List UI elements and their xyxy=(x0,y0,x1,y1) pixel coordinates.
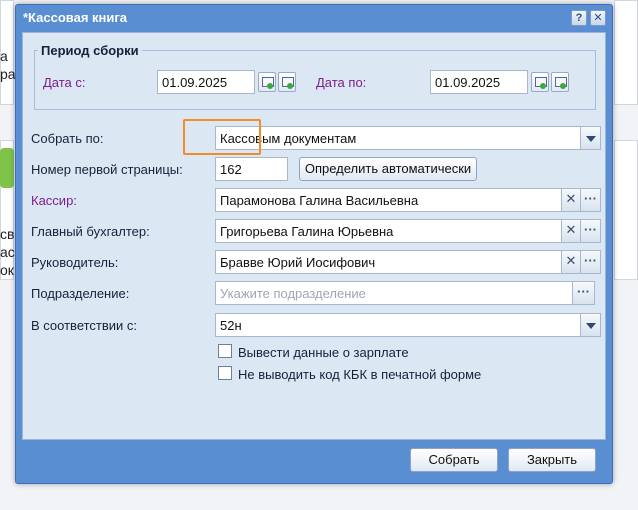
period-legend: Период сборки xyxy=(41,43,139,58)
date-to-label: Дата по: xyxy=(316,75,367,90)
ellipsis-icon[interactable]: ··· xyxy=(581,219,601,243)
ellipsis-icon[interactable]: ··· xyxy=(581,250,601,274)
chief-accountant-input[interactable]: Григорьева Галина Юрьевна xyxy=(215,219,562,243)
clear-icon[interactable]: ✕ xyxy=(562,250,581,274)
cashier-input[interactable]: Парамонова Галина Васильевна xyxy=(215,188,562,212)
department-placeholder: Укажите подразделение xyxy=(220,286,366,301)
dialog-title: *Кассовая книга xyxy=(23,10,128,25)
manager-label: Руководитель: xyxy=(31,255,119,270)
calendar-icon[interactable] xyxy=(258,72,276,92)
salary-checkbox-label: Вывести данные о зарплате xyxy=(238,345,409,360)
dialog-body: Период сборки Дата с: 01.09.2025 Дата по… xyxy=(22,32,606,440)
chief-accountant-label: Главный бухгалтер: xyxy=(31,224,150,239)
chevron-down-icon[interactable] xyxy=(581,126,601,150)
help-icon[interactable]: ? xyxy=(571,10,587,26)
clear-icon[interactable]: ✕ xyxy=(562,188,581,212)
according-select[interactable]: 52н xyxy=(215,313,581,337)
cash-book-dialog: *Кассовая книга ? ✕ Период сборки Дата с… xyxy=(15,4,613,484)
background-text: ок xyxy=(0,262,14,278)
according-label: В соответствии с: xyxy=(31,318,138,333)
kbk-checkbox-label: Не выводить код КБК в печатной форме xyxy=(238,367,482,382)
ellipsis-icon[interactable]: ··· xyxy=(581,188,601,212)
collect-button[interactable]: Собрать xyxy=(410,448,498,472)
department-label: Подразделение: xyxy=(31,286,130,301)
first-page-input[interactable]: 162 xyxy=(215,157,288,181)
department-input[interactable]: Укажите подразделение xyxy=(215,281,573,305)
background-icon xyxy=(0,148,14,188)
first-page-label: Номер первой страницы: xyxy=(31,162,183,177)
date-from-label: Дата с: xyxy=(43,75,86,90)
dialog-footer: Собрать Закрыть xyxy=(22,442,606,479)
background-tile xyxy=(614,140,638,280)
ellipsis-icon[interactable]: ··· xyxy=(573,281,595,305)
manager-input[interactable]: Бравве Юрий Иосифович xyxy=(215,250,562,274)
background-text: ас xyxy=(0,244,15,260)
close-button[interactable]: Закрыть xyxy=(508,448,596,472)
date-to-input[interactable]: 01.09.2025 xyxy=(430,70,528,94)
background-tile xyxy=(614,0,638,105)
background-text: а xyxy=(0,48,8,64)
collect-by-select[interactable]: Кассовым документам xyxy=(215,126,581,150)
collect-by-label: Собрать по: xyxy=(31,131,104,146)
calendar-today-icon[interactable] xyxy=(278,72,296,92)
close-icon[interactable]: ✕ xyxy=(590,10,606,26)
calendar-icon[interactable] xyxy=(531,72,549,92)
clear-icon[interactable]: ✕ xyxy=(562,219,581,243)
cashier-label: Кассир: xyxy=(31,193,77,208)
date-from-input[interactable]: 01.09.2025 xyxy=(157,70,255,94)
calendar-today-icon[interactable] xyxy=(551,72,569,92)
salary-checkbox[interactable] xyxy=(218,344,232,358)
auto-detect-button[interactable]: Определить автоматически xyxy=(299,157,477,181)
kbk-checkbox[interactable] xyxy=(218,366,232,380)
chevron-down-icon[interactable] xyxy=(581,313,601,337)
dialog-titlebar[interactable]: *Кассовая книга xyxy=(16,5,612,31)
